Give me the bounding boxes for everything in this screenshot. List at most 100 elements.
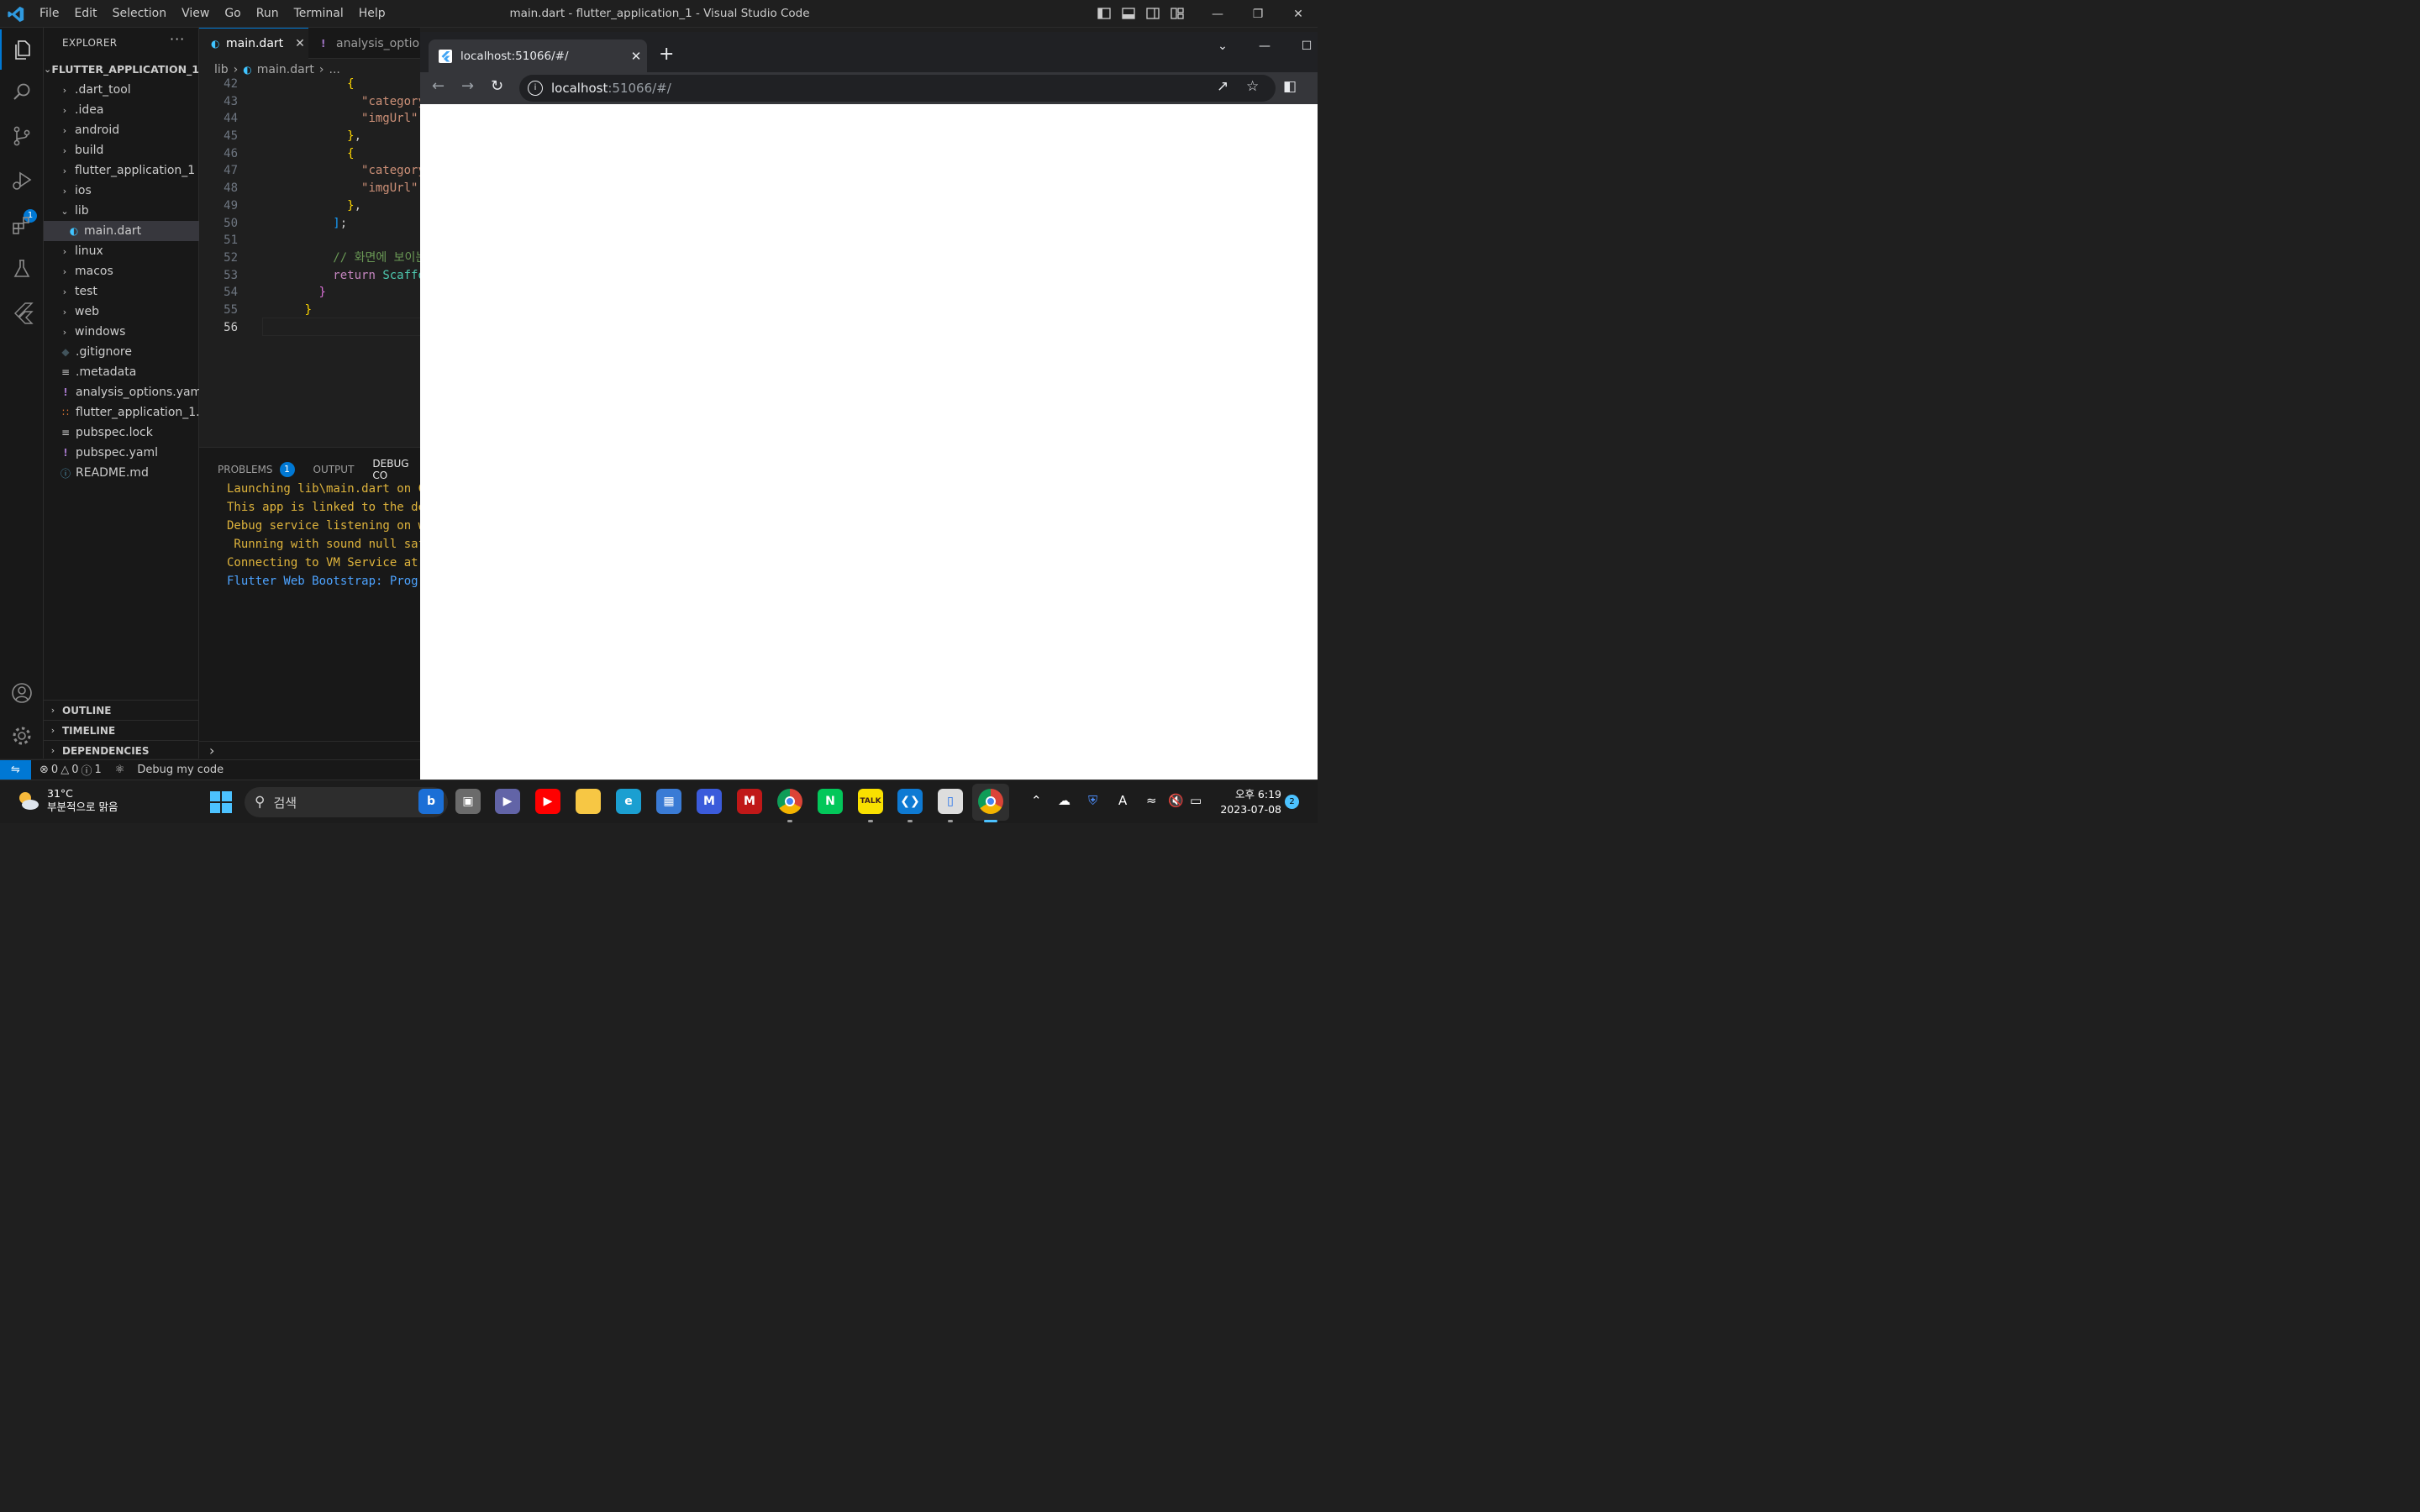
weather-widget[interactable]: 31°C 부분적으로 맑음 [15,787,118,814]
windows-start-icon[interactable] [209,790,233,814]
wifi-icon[interactable]: ≈ [1146,793,1157,808]
remote-indicator-icon[interactable]: ⇋ [0,759,31,780]
task-view-app-icon[interactable]: ▣ [455,789,481,814]
customize-layout-icon[interactable] [1170,6,1185,21]
tree-item[interactable]: ⓘ README.md [44,463,199,483]
chrome-app-icon[interactable] [777,789,802,814]
code-editor[interactable]: 42 {43 "category": "브44 "imgUrl": "http4… [199,76,420,445]
ms-app-icon[interactable]: M [697,789,722,814]
tree-item[interactable]: › macos [44,261,199,281]
teams-chat-app-icon[interactable]: ▶ [495,789,520,814]
menu-view[interactable]: View [174,0,217,28]
chrome-tab[interactable]: localhost:51066/#/ ✕ [429,39,647,72]
taskbar-search[interactable]: ⚲ 검색 [245,787,448,817]
web-page-content[interactable] [420,104,1318,780]
menu-file[interactable]: File [32,0,66,28]
tree-item[interactable]: ≡ .metadata [44,362,199,382]
back-arrow-icon[interactable]: ← [432,77,445,95]
debug-status[interactable]: ⚛ Debug my code [115,764,224,776]
tree-item[interactable]: › ios [44,181,199,201]
kakaotalk-app-icon[interactable]: TALK [858,789,883,814]
share-icon[interactable]: ↗ [1217,78,1228,95]
testing-icon[interactable] [0,249,44,289]
tree-item[interactable]: › .idea [44,100,199,120]
accounts-icon[interactable] [0,673,44,713]
forward-arrow-icon[interactable]: → [461,77,474,95]
tab-search-icon[interactable]: ⌄ [1202,39,1244,53]
toggle-panel-icon[interactable] [1121,6,1136,21]
close-tab-icon[interactable]: ✕ [625,49,647,64]
volume-muted-icon[interactable]: 🔇 [1168,793,1184,808]
tree-item[interactable]: ! pubspec.yaml [44,443,199,463]
vscode-app-icon[interactable]: ❮❯ [897,789,923,814]
battery-icon[interactable]: ▭ [1190,793,1202,808]
mcafee-app-icon[interactable]: M [737,789,762,814]
tab-problems[interactable]: PROBLEMS 1 [218,462,295,477]
tab-analysis-options[interactable]: ! analysis_option [309,28,427,59]
tab-main-dart[interactable]: ◐ main.dart ✕ [199,28,308,59]
microsoft-store-app-icon[interactable]: ▦ [656,789,681,814]
breadcrumb-item[interactable]: main.dart [257,63,314,76]
tree-item[interactable]: ⌄ lib [44,201,199,221]
minimize-icon[interactable]: — [1244,39,1286,53]
tree-item[interactable]: › linux [44,241,199,261]
search-icon[interactable] [0,72,44,113]
outline-section[interactable]: › OUTLINE [44,700,199,720]
security-shield-icon[interactable]: ⛨ [1088,793,1097,808]
maximize-icon[interactable]: ☐ [1286,39,1328,53]
show-hidden-icons-icon[interactable]: ⌃ [1031,793,1042,808]
tree-item[interactable]: ≡ pubspec.lock [44,423,199,443]
menu-terminal[interactable]: Terminal [287,0,351,28]
more-actions-icon[interactable]: ··· [170,31,185,47]
menu-selection[interactable]: Selection [105,0,175,28]
toggle-secondary-sidebar-icon[interactable] [1145,6,1160,21]
settings-gear-icon[interactable] [0,716,44,756]
debug-console-input[interactable]: › [199,741,420,759]
tree-item[interactable]: › web [44,302,199,322]
run-and-debug-icon[interactable] [0,160,44,201]
tree-item[interactable]: ◆ .gitignore [44,342,199,362]
address-bar[interactable]: i localhost:51066/#/ [519,75,1276,102]
project-folder-header[interactable]: ⌄ FLUTTER_APPLICATION_1 [44,60,199,78]
side-panel-icon[interactable]: ◧ [1283,78,1297,95]
tree-item[interactable]: › flutter_application_1 [44,160,199,181]
edge-app-icon[interactable]: e [616,789,641,814]
menu-go[interactable]: Go [217,0,248,28]
restore-icon[interactable]: ❐ [1238,0,1278,28]
explorer-icon[interactable] [0,29,44,70]
bookmark-star-icon[interactable]: ☆ [1246,78,1259,95]
breadcrumb-item[interactable]: ... [329,63,340,76]
phone-link-app-icon[interactable]: ▯ [938,789,963,814]
minimize-icon[interactable]: — [1197,0,1238,28]
youtube-app-icon[interactable]: ▶ [535,789,560,814]
breadcrumb-item[interactable]: lib [214,63,229,76]
tree-item[interactable]: › test [44,281,199,302]
notification-badge[interactable]: 2 [1285,795,1299,809]
tab-debug-console[interactable]: DEBUG CO [372,458,408,481]
tree-item[interactable]: ∷ flutter_application_1.i... [44,402,199,423]
reload-icon[interactable]: ↻ [491,77,503,95]
menu-run[interactable]: Run [249,0,287,28]
system-clock[interactable]: 오후 6:19 2023-07-08 [1210,787,1281,817]
problems-status[interactable]: ⊗ 0 △ 0 ⓘ 1 [39,762,102,778]
close-icon[interactable]: ✕ [295,37,305,50]
dependencies-section[interactable]: › DEPENDENCIES [44,740,199,760]
tree-item[interactable]: ! analysis_options.yaml [44,382,199,402]
file-explorer-app-icon[interactable] [576,789,601,814]
close-icon[interactable]: ✕ [1278,0,1318,28]
flutter-icon[interactable] [0,292,44,333]
new-tab-icon[interactable]: + [659,44,674,65]
menu-help[interactable]: Help [351,0,393,28]
onedrive-cloud-icon[interactable]: ☁ [1058,793,1071,808]
tree-item[interactable]: › android [44,120,199,140]
menu-edit[interactable]: Edit [66,0,104,28]
tab-output[interactable]: OUTPUT [313,464,355,475]
tree-item[interactable]: › .dart_tool [44,80,199,100]
bing-app-icon[interactable]: b [418,789,444,814]
site-info-icon[interactable]: i [528,81,543,96]
extensions-icon[interactable] [0,205,44,245]
language-indicator-icon[interactable]: A [1118,793,1127,808]
tree-item[interactable]: › windows [44,322,199,342]
naver-app-icon[interactable]: N [818,789,843,814]
tree-item[interactable]: ◐ main.dart [44,221,199,241]
